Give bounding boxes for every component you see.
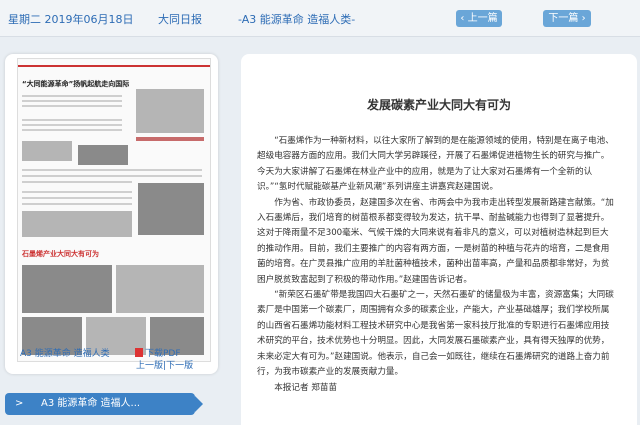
next-article-label: 下一篇 bbox=[548, 13, 579, 24]
thumb-text bbox=[22, 129, 122, 131]
page-thumbnail[interactable]: “大同能源革命”扬帆起航走向国际 石墨烯产业大同大有可为 bbox=[17, 58, 211, 362]
next-article-button[interactable]: 下一篇 › bbox=[543, 10, 591, 27]
article-body: “石墨烯作为一种新材料，以往大家所了解到的是在能源领域的使用，特别是在离子电池、… bbox=[257, 134, 617, 396]
thumb-text bbox=[22, 124, 122, 126]
pdf-icon bbox=[135, 348, 143, 357]
selected-article-item[interactable]: > A3 能源革命 造福人... bbox=[5, 393, 203, 415]
thumb-text bbox=[22, 169, 202, 171]
thumb-headline-2: 石墨烯产业大同大有可为 bbox=[22, 250, 99, 258]
article-paragraph: 作为省、市政协委员，赵建国多次在省、市两会中为我市走出转型发展新路建言献策。“加… bbox=[257, 197, 614, 285]
thumb-text bbox=[22, 175, 202, 177]
page-caption-link[interactable]: A3 能源革命 造福人类 bbox=[20, 346, 110, 359]
masthead-band bbox=[18, 65, 210, 67]
newspaper-name[interactable]: 大同日报 bbox=[158, 11, 202, 27]
thumb-text bbox=[22, 197, 132, 199]
selected-article-label: A3 能源革命 造福人... bbox=[41, 398, 141, 409]
thumb-photo bbox=[22, 211, 132, 237]
thumb-photo bbox=[22, 265, 112, 313]
thumb-photo bbox=[138, 183, 204, 235]
article-title: 发展碳素产业大同大有可为 bbox=[366, 98, 511, 112]
thumb-text bbox=[22, 203, 132, 205]
article-panel: 发展碳素产业大同大有可为 “石墨烯作为一种新材料，以往大家所了解到的是在能源领域… bbox=[241, 54, 637, 425]
thumb-text bbox=[22, 119, 122, 121]
thumb-text bbox=[22, 181, 132, 183]
arrow-right-icon: › bbox=[581, 13, 586, 24]
page-pager: 上一版|下一版 bbox=[136, 358, 193, 371]
thumb-photo bbox=[116, 265, 204, 313]
thumb-photo bbox=[78, 145, 128, 165]
next-page-link[interactable]: 下一版 bbox=[166, 361, 193, 371]
prev-article-label: 上一篇 bbox=[467, 13, 498, 24]
issue-date: 星期二 2019年06月18日 bbox=[8, 13, 134, 26]
thumb-text bbox=[22, 191, 132, 193]
prev-page-link[interactable]: 上一版 bbox=[136, 361, 163, 371]
article-paragraph: “新荣区石墨矿带是我国四大石墨矿之一，天然石墨矿的储量极为丰富，资源富集；大同碳… bbox=[257, 290, 614, 378]
article-byline: 本报记者 郑苗苗 bbox=[274, 382, 338, 393]
chevron-right-icon: > bbox=[15, 398, 24, 409]
thumb-text bbox=[22, 95, 122, 97]
thumb-text bbox=[22, 100, 122, 102]
thumb-photo bbox=[136, 89, 204, 133]
arrow-left-icon: ‹ bbox=[460, 13, 465, 24]
selection-pointer bbox=[195, 396, 203, 412]
thumb-headline-1: “大同能源革命”扬帆起航走向国际 bbox=[22, 80, 130, 88]
top-bar: 星期二 2019年06月18日 大同日报 -A3 能源革命 造福人类- ‹ 上一… bbox=[0, 0, 640, 37]
edition-title: -A3 能源革命 造福人类- bbox=[238, 13, 356, 26]
thumb-photo bbox=[22, 141, 72, 161]
page-preview-card: “大同能源革命”扬帆起航走向国际 石墨烯产业大同大有可为 bbox=[5, 54, 218, 374]
thumb-photo-caption bbox=[136, 137, 204, 141]
prev-article-button[interactable]: ‹ 上一篇 bbox=[456, 10, 502, 27]
thumb-text bbox=[22, 105, 122, 107]
article-paragraph: “石墨烯作为一种新材料，以往大家所了解到的是在能源领域的使用，特别是在离子电池、… bbox=[257, 136, 614, 193]
